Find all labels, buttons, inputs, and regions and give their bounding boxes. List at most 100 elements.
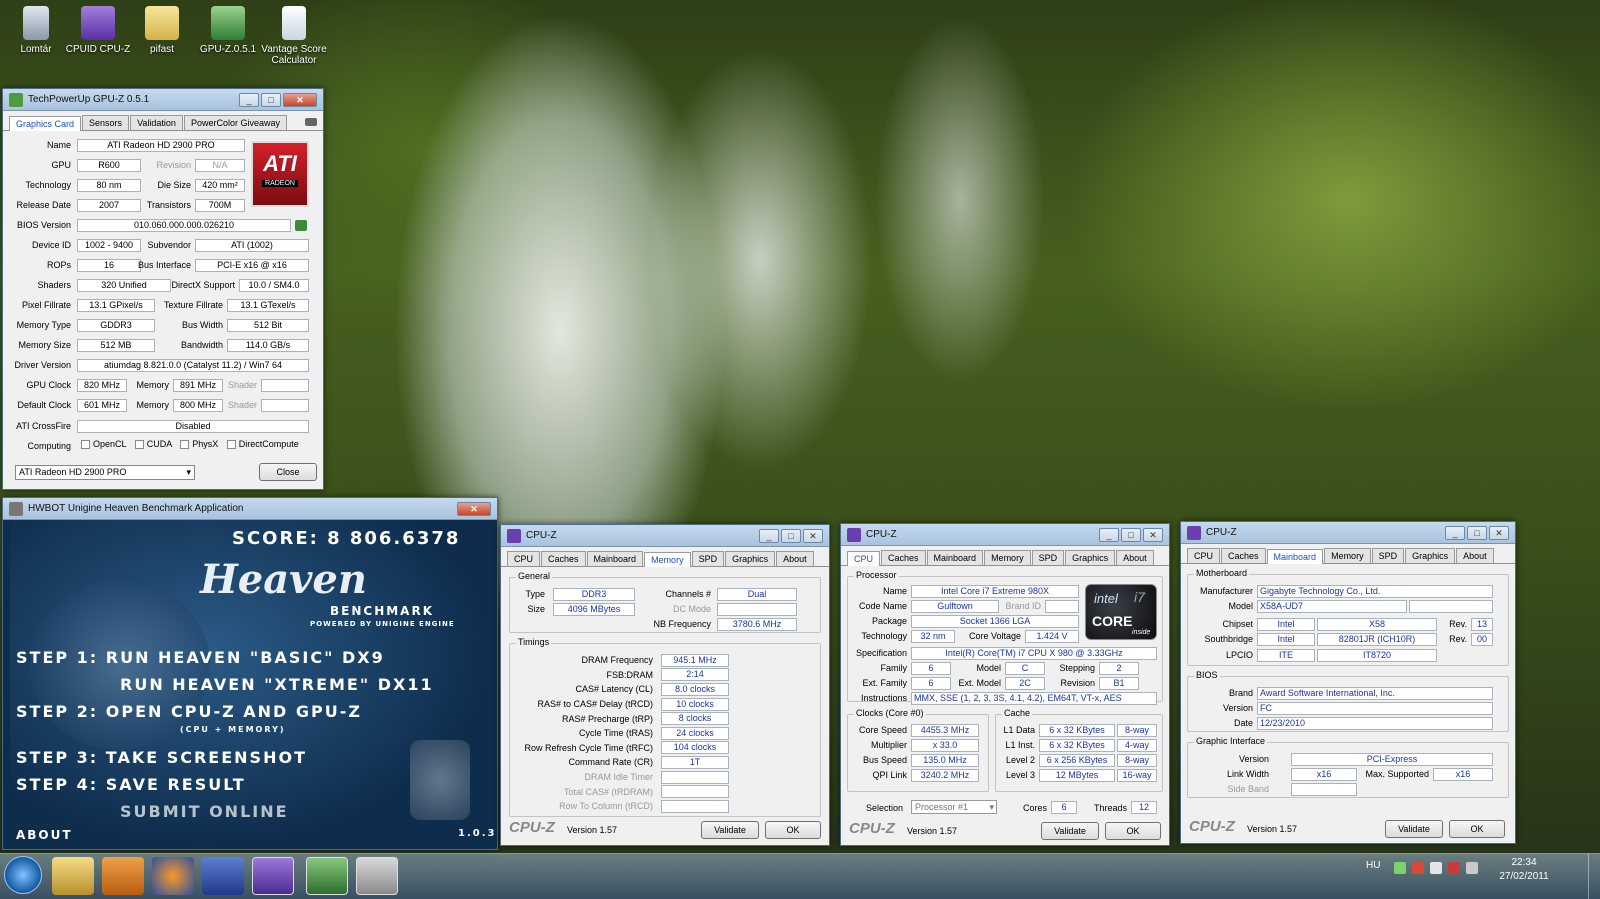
- cuda-checkbox[interactable]: [134, 440, 144, 450]
- cpuz-logo: CPU-Z: [849, 820, 895, 837]
- close-icon[interactable]: ✕: [803, 528, 823, 543]
- tab-memory[interactable]: Memory: [1324, 548, 1371, 563]
- minimize-icon[interactable]: _: [1099, 527, 1119, 542]
- tab-graphics-card[interactable]: Graphics Card: [9, 116, 82, 131]
- maximize-icon[interactable]: □: [1121, 527, 1141, 542]
- multiplier-field: x 33.0: [911, 739, 979, 752]
- ok-button[interactable]: OK: [1105, 822, 1161, 840]
- step-submit[interactable]: SUBMIT ONLINE: [120, 802, 289, 821]
- maximize-icon[interactable]: □: [781, 528, 801, 543]
- tab-memory[interactable]: Memory: [984, 550, 1031, 565]
- model-extra-field: [1409, 600, 1493, 613]
- show-desktop-button[interactable]: [1588, 854, 1600, 899]
- maximize-icon[interactable]: □: [1467, 525, 1487, 540]
- start-button[interactable]: [4, 856, 42, 894]
- tab-validation[interactable]: Validation: [130, 115, 183, 130]
- tab-mainboard[interactable]: Mainboard: [586, 551, 644, 566]
- cpuz-cpu-titlebar[interactable]: CPU-Z _ □ ✕: [841, 524, 1169, 546]
- cpuz-memory-window: CPU-Z _ □ ✕ CPU Caches Mainboard Memory SPD…: [500, 524, 830, 846]
- tab-mainboard[interactable]: Mainboard: [1266, 549, 1324, 564]
- gpuz-close-button[interactable]: Close: [259, 463, 317, 481]
- volume-icon[interactable]: [1430, 862, 1442, 874]
- timing-row: Command Rate (CR) 1T: [511, 755, 811, 770]
- ok-button[interactable]: OK: [765, 821, 821, 839]
- minimize-icon[interactable]: _: [239, 92, 259, 107]
- gpuz-taskbar-icon[interactable]: [306, 857, 348, 895]
- media-player-taskbar-icon[interactable]: [102, 857, 144, 895]
- tab-spd[interactable]: SPD: [691, 551, 725, 566]
- bios-save-icon[interactable]: [295, 220, 307, 231]
- heaven-titlebar[interactable]: HWBOT Unigine Heaven Benchmark Applicati…: [3, 498, 497, 520]
- tab-mainboard[interactable]: Mainboard: [926, 550, 984, 565]
- family-field: 6: [911, 662, 951, 675]
- heaven-taskbar-icon[interactable]: [356, 857, 398, 895]
- cpuz-mainboard-window: CPU-Z _ □ ✕ CPU Caches Mainboard Memory SPD…: [1180, 521, 1516, 844]
- alert-icon[interactable]: [1448, 862, 1460, 874]
- tab-cpu[interactable]: CPU: [1187, 548, 1221, 563]
- validate-button[interactable]: Validate: [1041, 822, 1099, 840]
- close-icon[interactable]: ✕: [457, 501, 491, 516]
- tab-caches[interactable]: Caches: [1221, 548, 1266, 563]
- tab-spd[interactable]: SPD: [1031, 550, 1065, 565]
- tab-sensors[interactable]: Sensors: [82, 115, 130, 130]
- desktop-icon-pifast[interactable]: pifast: [126, 6, 198, 55]
- ok-button[interactable]: OK: [1449, 820, 1505, 838]
- close-icon[interactable]: ✕: [1489, 525, 1509, 540]
- language-indicator[interactable]: HU: [1366, 860, 1380, 871]
- tab-about[interactable]: About: [1116, 550, 1154, 565]
- flag-icon[interactable]: [1412, 862, 1424, 874]
- signal-icon[interactable]: [1466, 862, 1478, 874]
- chevron-down-icon: ▾: [989, 802, 994, 812]
- tab-graphics[interactable]: Graphics: [725, 551, 776, 566]
- opencl-checkbox[interactable]: [81, 440, 90, 450]
- validate-button[interactable]: Validate: [1385, 820, 1443, 838]
- camera-icon[interactable]: [305, 118, 317, 126]
- recycle-bin-icon: [23, 6, 49, 40]
- minimize-icon[interactable]: _: [759, 528, 779, 543]
- die-size-field: 420 mm²: [195, 179, 245, 192]
- step-3[interactable]: STEP 3: TAKE SCREENSHOT: [16, 748, 307, 767]
- tab-caches[interactable]: Caches: [541, 551, 586, 566]
- texture-fillrate-field: 13.1 GTexel/s: [227, 299, 309, 312]
- tab-graphics[interactable]: Graphics: [1405, 548, 1456, 563]
- brand-id-field: [1045, 600, 1079, 613]
- timing-row: FSB:DRAM 2:14: [511, 668, 811, 683]
- close-icon[interactable]: ✕: [283, 92, 317, 107]
- tab-powercolor-giveaway[interactable]: PowerColor Giveaway: [183, 115, 287, 130]
- tab-graphics[interactable]: Graphics: [1065, 550, 1116, 565]
- network-icon[interactable]: [1394, 862, 1406, 874]
- folder-icon: [145, 6, 179, 40]
- step-4[interactable]: STEP 4: SAVE RESULT: [16, 775, 246, 794]
- powered-text: POWERED BY UNIGINE ENGINE: [310, 620, 455, 628]
- minimize-icon[interactable]: _: [1445, 525, 1465, 540]
- tab-cpu[interactable]: CPU: [847, 551, 881, 566]
- desktop-icon-vantage[interactable]: Vantage Score Calculator: [256, 6, 332, 66]
- desktop-icon-gpuz[interactable]: GPU-Z.0.5.1: [192, 6, 264, 55]
- clock[interactable]: 22:34 27/02/2011: [1494, 856, 1554, 884]
- maximize-icon[interactable]: □: [261, 92, 281, 107]
- score-text: SCORE: 8 806.6378: [232, 528, 461, 549]
- document-icon: [282, 6, 306, 40]
- close-icon[interactable]: ✕: [1143, 527, 1163, 542]
- tab-spd[interactable]: SPD: [1371, 548, 1405, 563]
- tab-memory[interactable]: Memory: [644, 552, 691, 567]
- desktop-icon-cpuz[interactable]: CPUID CPU-Z: [62, 6, 134, 55]
- tab-about[interactable]: About: [776, 551, 814, 566]
- tab-cpu[interactable]: CPU: [507, 551, 541, 566]
- firefox-taskbar-icon[interactable]: [152, 857, 194, 895]
- directcompute-checkbox[interactable]: [226, 440, 236, 450]
- tab-about[interactable]: About: [1456, 548, 1494, 563]
- heaven-app-icon: [9, 501, 23, 516]
- about-link[interactable]: ABOUT: [16, 828, 73, 842]
- processor-select[interactable]: Processor #1 ▾: [911, 800, 997, 814]
- physx-checkbox[interactable]: [180, 440, 190, 450]
- tab-caches[interactable]: Caches: [881, 550, 926, 565]
- cpuz-mainboard-titlebar[interactable]: CPU-Z _ □ ✕: [1181, 522, 1515, 544]
- validate-button[interactable]: Validate: [701, 821, 759, 839]
- floppy-taskbar-icon[interactable]: [202, 857, 244, 895]
- cpuz-memory-titlebar[interactable]: CPU-Z _ □ ✕: [501, 525, 829, 547]
- card-select[interactable]: ATI Radeon HD 2900 PRO ▾: [15, 465, 195, 480]
- gpuz-titlebar[interactable]: TechPowerUp GPU-Z 0.5.1 _ □ ✕: [3, 89, 323, 111]
- cpuz-taskbar-icon[interactable]: [252, 857, 294, 895]
- explorer-taskbar-icon[interactable]: [52, 857, 94, 895]
